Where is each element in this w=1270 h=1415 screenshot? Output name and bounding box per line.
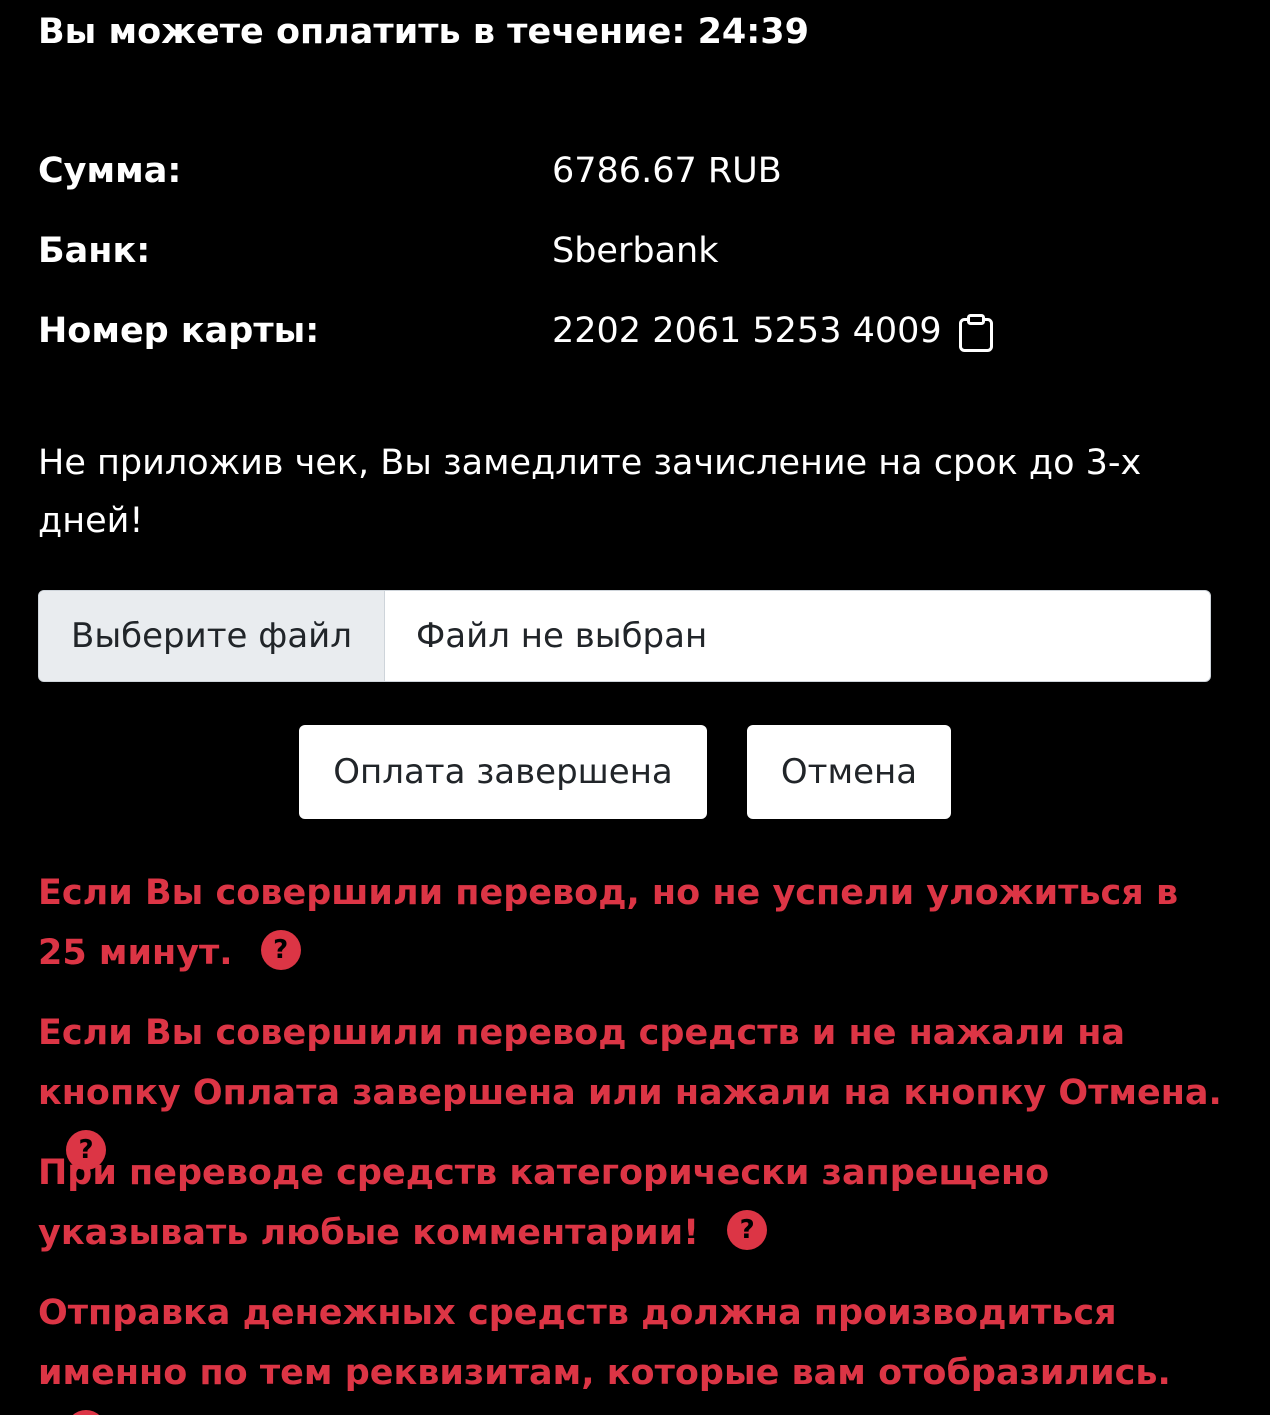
receipt-notice: Не приложив чек, Вы замедлите зачисление…	[38, 443, 1142, 541]
amount-value: 6786.67 RUB	[552, 151, 782, 191]
question-circle-icon[interactable]: ?	[727, 1210, 768, 1250]
card-number-row: Номер карты: 2202 2061 5253 4009	[38, 306, 1238, 356]
warning-late-transfer: Если Вы совершили перевод, но не успели …	[38, 863, 1238, 983]
bank-value: Sberbank	[552, 231, 719, 271]
question-circle-icon[interactable]: ?	[260, 930, 301, 970]
warning-text: Если Вы совершили перевод, но не успели …	[38, 873, 1179, 973]
cancel-button[interactable]: Отмена	[747, 725, 951, 819]
warning-exact-requisites: Отправка денежных средств должна произво…	[38, 1283, 1238, 1415]
payment-timer: Вы можете оплатить в течение: 24:39	[38, 12, 809, 52]
file-status-text: Файл не выбран	[416, 616, 708, 656]
bank-label: Банк:	[38, 231, 151, 271]
card-number-label: Номер карты:	[38, 311, 320, 351]
warning-no-comments: При переводе средств категорически запре…	[38, 1143, 1238, 1263]
choose-file-button[interactable]: Выберите файл	[39, 591, 385, 681]
question-circle-icon[interactable]: ?	[66, 1410, 106, 1415]
amount-label: Сумма:	[38, 151, 182, 191]
payment-done-button[interactable]: Оплата завершена	[299, 725, 707, 819]
clipboard-icon-graphic	[959, 314, 993, 352]
bank-row: Банк: Sberbank	[38, 226, 1238, 276]
amount-row: Сумма: 6786.67 RUB	[38, 146, 1238, 196]
warning-text: Отправка денежных средств должна произво…	[38, 1293, 1171, 1393]
warning-text: При переводе средств категорически запре…	[38, 1153, 1050, 1253]
warning-text: Если Вы совершили перевод средств и не н…	[38, 1013, 1222, 1113]
card-number-value: 2202 2061 5253 4009	[552, 311, 942, 351]
file-input[interactable]: Выберите файл Файл не выбран	[38, 590, 1211, 682]
clipboard-icon[interactable]	[956, 313, 996, 353]
